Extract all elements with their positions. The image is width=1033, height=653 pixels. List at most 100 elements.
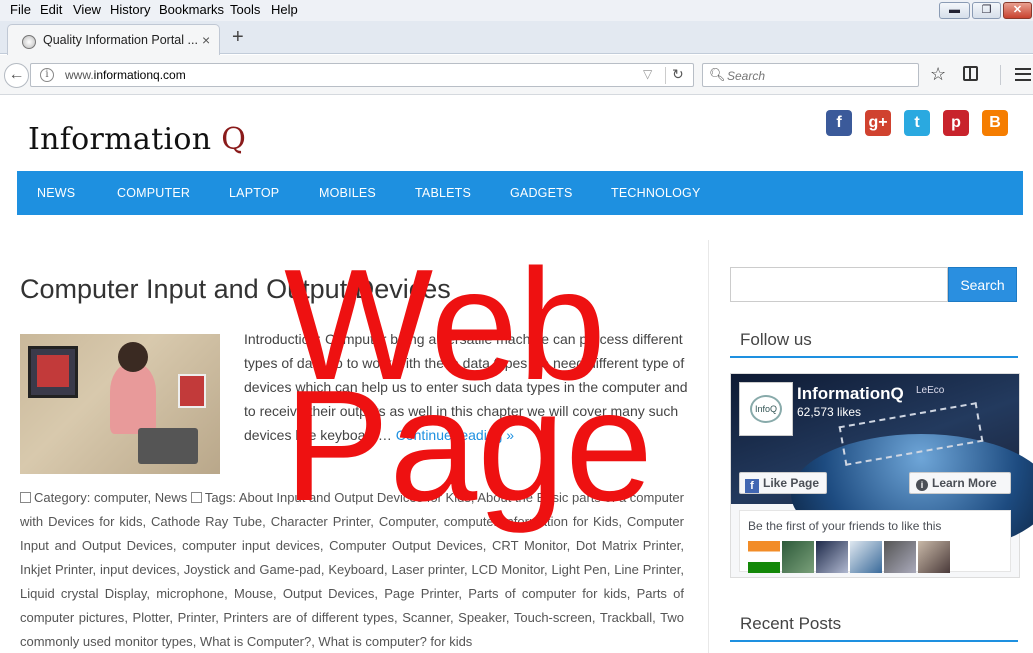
learn-more-label: Learn More bbox=[932, 476, 997, 490]
post-thumbnail[interactable] bbox=[20, 334, 220, 474]
tag-link[interactable]: input devices bbox=[100, 562, 176, 577]
tag-link[interactable]: CRT Monitor bbox=[492, 538, 567, 553]
continue-reading-link[interactable]: Continue reading » bbox=[396, 427, 514, 443]
tag-link[interactable]: Output Devices bbox=[283, 586, 374, 601]
tag-link[interactable]: Character Printer bbox=[271, 514, 371, 529]
menu-history[interactable]: History bbox=[110, 2, 150, 17]
tag-link[interactable]: Light Pen bbox=[552, 562, 607, 577]
learn-more-button[interactable]: i Learn More bbox=[909, 472, 1011, 494]
tag-link[interactable]: Printer bbox=[178, 610, 216, 625]
tag-link[interactable]: Scanner bbox=[402, 610, 450, 625]
menu-view[interactable]: View bbox=[73, 2, 101, 17]
tag-link[interactable]: Touch-screen bbox=[514, 610, 592, 625]
browser-search-input[interactable]: 🔍︎ Search bbox=[702, 63, 919, 87]
url-prefix: www. bbox=[65, 68, 94, 82]
menu-tools[interactable]: Tools bbox=[230, 2, 260, 17]
star-icon[interactable]: ☆ bbox=[930, 64, 946, 85]
tag-link[interactable]: Speaker bbox=[458, 610, 506, 625]
nav-item-laptop[interactable]: LAPTOP bbox=[229, 186, 279, 200]
close-icon: ✕ bbox=[1012, 4, 1023, 16]
tag-link[interactable]: LCD Monitor bbox=[472, 562, 545, 577]
tag-link[interactable]: Page Printer bbox=[384, 586, 458, 601]
google-plus-icon[interactable]: g+ bbox=[865, 110, 891, 136]
minimize-button[interactable]: ▬ bbox=[939, 2, 970, 19]
facebook-page-avatar[interactable]: InfoQ bbox=[739, 382, 793, 436]
column-divider bbox=[708, 240, 709, 653]
friend-avatar[interactable] bbox=[918, 541, 950, 573]
reload-icon[interactable]: ↻ bbox=[672, 66, 684, 83]
twitter-icon[interactable]: t bbox=[904, 110, 930, 136]
hamburger-icon[interactable] bbox=[1015, 68, 1031, 81]
friend-avatar[interactable] bbox=[850, 541, 882, 573]
tag-link[interactable]: computer input devices bbox=[182, 538, 320, 553]
category-list: computer, News bbox=[94, 490, 188, 505]
tags-label: Tags: bbox=[204, 490, 236, 505]
tag-link[interactable]: What is computer? for kids bbox=[318, 634, 472, 649]
sidebar-search-input[interactable] bbox=[730, 267, 948, 302]
nav-item-tablets[interactable]: TABLETS bbox=[415, 186, 471, 200]
reading-list-icon[interactable] bbox=[963, 66, 978, 81]
url-text[interactable]: www.informationq.com bbox=[65, 68, 186, 82]
info-icon: i bbox=[916, 479, 928, 491]
tag-link[interactable]: Trackball bbox=[600, 610, 652, 625]
nav-item-news[interactable]: NEWS bbox=[37, 186, 75, 200]
tag-link[interactable]: Line Printer bbox=[614, 562, 680, 577]
tab-close-icon[interactable]: × bbox=[202, 32, 210, 48]
tag-link[interactable]: Plotter bbox=[133, 610, 170, 625]
sidebar-search-button[interactable]: Search bbox=[948, 267, 1017, 302]
category-link[interactable]: News bbox=[155, 490, 188, 505]
menu-edit[interactable]: Edit bbox=[40, 2, 62, 17]
tag-link[interactable]: Keyboard bbox=[328, 562, 384, 577]
tag-link[interactable]: Parts of computer for kids bbox=[468, 586, 627, 601]
tag-link[interactable]: Cathode Ray Tube bbox=[151, 514, 262, 529]
blogger-icon[interactable]: B bbox=[982, 110, 1008, 136]
tab-active[interactable]: Quality Information Portal ... × bbox=[7, 24, 220, 55]
back-arrow-icon[interactable]: ← bbox=[4, 63, 29, 88]
tag-link[interactable]: microphone bbox=[156, 586, 224, 601]
tag-link[interactable]: Joystick and Game-pad bbox=[184, 562, 321, 577]
url-dropdown-icon[interactable]: ▽ bbox=[643, 67, 652, 81]
menu-bar: File Edit View History Bookmarks Tools H… bbox=[0, 0, 1033, 21]
web-page: Information Q f g+ t p B NEWS COMPUTER L… bbox=[0, 96, 1033, 653]
friend-avatar[interactable] bbox=[884, 541, 916, 573]
facebook-icon[interactable]: f bbox=[826, 110, 852, 136]
tag-link[interactable]: Computer Output Devices bbox=[329, 538, 483, 553]
tag-link[interactable]: Laser printer bbox=[391, 562, 464, 577]
avatar-logo: InfoQ bbox=[750, 395, 782, 423]
nav-item-computer[interactable]: COMPUTER bbox=[117, 186, 190, 200]
tab-title: Quality Information Portal ... bbox=[43, 33, 198, 47]
menu-bookmarks[interactable]: Bookmarks bbox=[159, 2, 224, 17]
thumbnail-printer bbox=[138, 428, 198, 464]
close-window-button[interactable]: ✕ bbox=[1003, 2, 1032, 19]
nav-item-mobiles[interactable]: MOBILES bbox=[319, 186, 376, 200]
tag-link[interactable]: About Input and Output Devices for Kids bbox=[239, 490, 471, 505]
tag-link[interactable]: Mouse bbox=[234, 586, 273, 601]
url-bar[interactable]: i www.informationq.com ▽ ↻ bbox=[30, 63, 694, 87]
facebook-page-name[interactable]: InformationQ bbox=[797, 384, 904, 404]
pinterest-icon[interactable]: p bbox=[943, 110, 969, 136]
friend-avatar[interactable] bbox=[748, 541, 780, 573]
site-logo[interactable]: Information Q bbox=[28, 122, 246, 157]
restore-button[interactable]: ❐ bbox=[972, 2, 1001, 19]
navigation-toolbar: ← i www.informationq.com ▽ ↻ 🔍︎ Search ☆ bbox=[0, 55, 1033, 95]
url-separator bbox=[665, 67, 666, 84]
like-page-button[interactable]: f Like Page bbox=[739, 472, 827, 494]
friend-avatar[interactable] bbox=[816, 541, 848, 573]
tag-link[interactable]: Computer bbox=[379, 514, 435, 529]
nav-item-gadgets[interactable]: GADGETS bbox=[510, 186, 573, 200]
tag-link[interactable]: computer Information for Kids bbox=[444, 514, 619, 529]
menu-help[interactable]: Help bbox=[271, 2, 298, 17]
nav-item-technology[interactable]: TECHNOLOGY bbox=[611, 186, 701, 200]
tag-link[interactable]: Dot Matrix Printer bbox=[576, 538, 681, 553]
tag-link[interactable]: What is Computer? bbox=[200, 634, 311, 649]
category-link[interactable]: computer bbox=[94, 490, 147, 505]
menu-file[interactable]: File bbox=[10, 2, 31, 17]
friend-avatar[interactable] bbox=[782, 541, 814, 573]
facebook-cover[interactable]: InfoQ InformationQ 62,573 likes LeEco fL… bbox=[731, 374, 1033, 554]
new-tab-button[interactable]: + bbox=[232, 26, 244, 49]
tag-link[interactable]: Inkjet Printer bbox=[20, 562, 93, 577]
post-title[interactable]: Computer Input and Output Devices bbox=[20, 274, 451, 305]
site-info-icon[interactable]: i bbox=[40, 68, 54, 82]
tag-link[interactable]: Printers are of different types bbox=[223, 610, 394, 625]
tag-link[interactable]: Liquid crystal Display bbox=[20, 586, 146, 601]
